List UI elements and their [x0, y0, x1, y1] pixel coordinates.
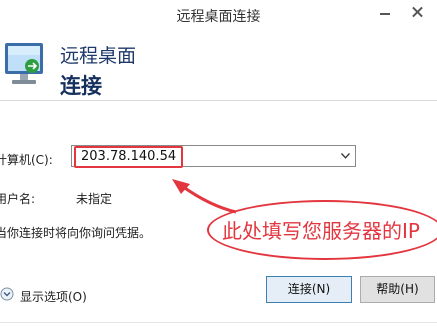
computer-label: 计算机(C): [0, 153, 53, 167]
minimize-button[interactable] [372, 0, 398, 25]
minimize-icon [380, 13, 390, 15]
annotation-text: 此处填写您服务器的IP [222, 219, 420, 243]
username-label: 用户名: [0, 192, 36, 206]
connect-button[interactable]: 连接(N) [266, 276, 352, 303]
help-button[interactable]: 帮助(H) [360, 276, 435, 303]
chevron-down-icon[interactable] [341, 153, 350, 159]
header-subtitle: 连接 [60, 74, 102, 98]
chevron-down-circle-icon[interactable] [0, 287, 14, 301]
credentials-hint: 当你连接时将向你询问凭据。 [0, 226, 152, 240]
close-button[interactable] [398, 0, 437, 25]
bottom-divider [0, 322, 437, 323]
remote-desktop-icon [5, 43, 43, 84]
username-value: 未指定 [76, 192, 113, 206]
header-banner: 远程桌面 连接 [0, 32, 437, 101]
title-bar: 远程桌面连接 [0, 0, 437, 32]
ip-highlight-box [74, 146, 183, 168]
show-options-link[interactable]: 显示选项(O) [20, 288, 87, 305]
header-title: 远程桌面 [60, 45, 137, 67]
annotation-arrow [172, 179, 237, 214]
